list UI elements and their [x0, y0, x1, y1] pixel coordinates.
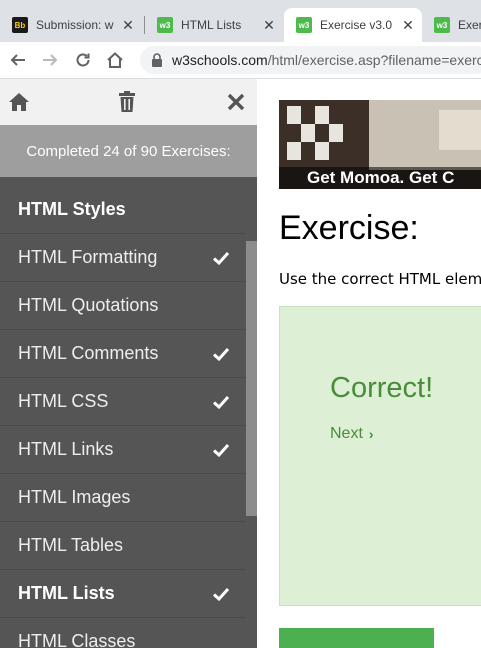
lock-icon [152, 53, 162, 67]
page-title: Exercise: [279, 209, 419, 247]
chevron-right-icon: › [368, 426, 374, 442]
checkmark-icon [212, 587, 230, 601]
sidebar-item[interactable]: HTML Comments [0, 330, 246, 378]
browser-toolbar: w3schools.com/html/exercise.asp?filename… [0, 42, 481, 79]
ad-text: Get Momoa. Get C [279, 167, 481, 189]
tab-title: Exercise v3.0 [320, 18, 393, 32]
sidebar-item[interactable]: HTML CSS [0, 378, 246, 426]
tab-submission[interactable]: Bb Submission: w ✕ [0, 8, 142, 42]
forward-button[interactable] [38, 48, 62, 72]
next-label: Next [330, 425, 363, 442]
sidebar-item-label: HTML Styles [18, 199, 126, 219]
ad-image-tile [315, 106, 329, 124]
next-link[interactable]: Next › [330, 425, 374, 443]
checkmark-icon [212, 251, 230, 265]
url-host: w3schools.com [172, 52, 268, 68]
tab-title: Exer [458, 18, 481, 32]
sidebar-item[interactable]: HTML Tables [0, 522, 246, 570]
close-icon [227, 93, 245, 111]
main-content: Get Momoa. Get C Exercise: Use the corre… [257, 79, 481, 648]
back-arrow-icon [10, 54, 25, 66]
address-bar[interactable]: w3schools.com/html/exercise.asp?filename… [140, 46, 481, 74]
ad-image-tile [301, 124, 315, 142]
tab-exercise-2[interactable]: w3 Exer [422, 8, 481, 42]
checkmark-icon [212, 395, 230, 409]
sidebar-item[interactable]: HTML Links [0, 426, 246, 474]
sidebar-item[interactable]: HTML Quotations [0, 282, 246, 330]
green-action-button[interactable] [279, 628, 434, 648]
reload-icon [76, 53, 90, 67]
result-panel: Correct! Next › [279, 306, 481, 606]
close-tab-icon[interactable]: ✕ [120, 17, 136, 34]
ad-image-tile [315, 142, 329, 160]
sidebar-item[interactable]: HTML Classes [0, 618, 246, 648]
home-button[interactable] [103, 48, 127, 72]
url-path: /html/exercise.asp?filename=exerci [267, 52, 481, 68]
sidebar-item-label: HTML Comments [18, 343, 159, 363]
sidebar-item-label: HTML Lists [18, 583, 115, 603]
close-sidebar-button[interactable] [223, 89, 249, 115]
close-tab-icon[interactable]: ✕ [400, 17, 416, 34]
exercise-description: Use the correct HTML elem [279, 270, 481, 288]
w3schools-favicon-icon: w3 [296, 17, 312, 33]
sidebar-item-label: HTML Tables [18, 535, 124, 555]
sidebar-item-label: HTML CSS [18, 391, 109, 411]
tab-html-lists[interactable]: w3 HTML Lists ✕ [145, 8, 283, 42]
sidebar-item-label: HTML Images [18, 487, 131, 507]
sidebar-item[interactable]: HTML Styles [0, 186, 246, 234]
w3schools-favicon-icon: w3 [434, 17, 450, 33]
home-icon [107, 52, 123, 68]
sidebar-scrollbar[interactable] [246, 241, 257, 516]
tab-title: Submission: w [36, 18, 114, 32]
exercise-sidebar: Completed 24 of 90 Exercises: HTML Style… [0, 79, 257, 648]
sidebar-item[interactable]: HTML Images [0, 474, 246, 522]
tab-exercise-active[interactable]: w3 Exercise v3.0 ✕ [284, 8, 422, 42]
checkmark-icon [212, 347, 230, 361]
sidebar-item-label: HTML Classes [18, 631, 136, 648]
back-button[interactable] [6, 48, 30, 72]
home-button[interactable] [6, 89, 32, 115]
close-tab-icon[interactable]: ✕ [261, 17, 277, 34]
ad-image-tile [329, 124, 343, 142]
sidebar-item-label: HTML Links [18, 439, 114, 459]
result-status: Correct! [330, 372, 434, 404]
sidebar-item-label: HTML Quotations [18, 295, 159, 315]
advertisement-banner[interactable]: Get Momoa. Get C [279, 100, 481, 189]
browser-tab-strip: Bb Submission: w ✕ w3 HTML Lists ✕ w3 Ex… [0, 0, 481, 42]
trash-icon [119, 91, 135, 112]
sidebar-item[interactable]: HTML Lists [0, 570, 246, 618]
checkmark-icon [212, 443, 230, 457]
ad-image-window [439, 110, 481, 150]
sidebar-toolbar [0, 79, 257, 125]
reload-button[interactable] [71, 48, 95, 72]
ad-image-tile [287, 142, 301, 160]
exercise-list: HTML Styles HTML Formatting HTML Quotation… [0, 186, 246, 648]
tab-title: HTML Lists [181, 18, 242, 32]
blackboard-favicon-icon: Bb [12, 17, 28, 33]
reset-progress-button[interactable] [114, 89, 140, 115]
forward-arrow-icon [43, 54, 58, 66]
sidebar-item-label: HTML Formatting [18, 247, 158, 267]
sidebar-item[interactable]: HTML Formatting [0, 234, 246, 282]
w3schools-favicon-icon: w3 [157, 17, 173, 33]
progress-summary: Completed 24 of 90 Exercises: [0, 125, 257, 177]
home-icon [9, 93, 29, 111]
ad-image-tile [287, 106, 301, 124]
